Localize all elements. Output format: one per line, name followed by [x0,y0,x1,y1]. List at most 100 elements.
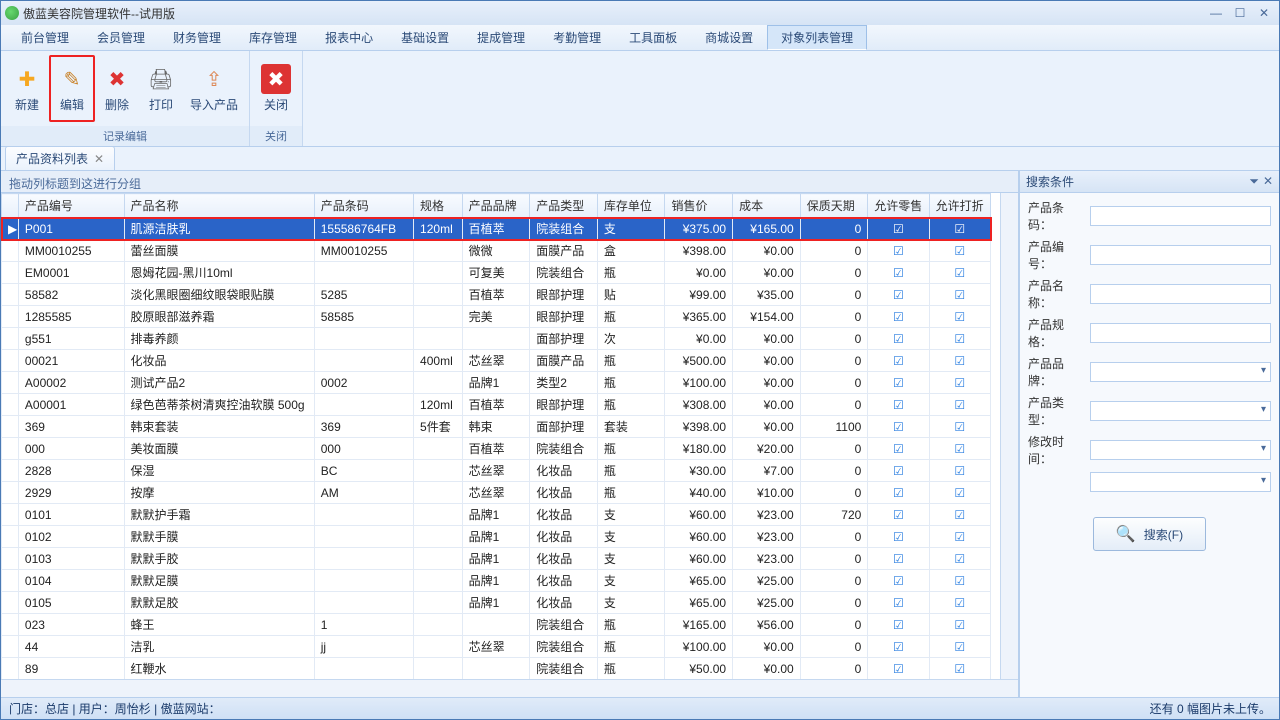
table-row[interactable]: A00001绿色芭蒂茶树清爽控油软膜 500g120ml百植萃眼部护理瓶¥308… [2,394,991,416]
minimize-button[interactable]: — [1205,5,1227,21]
checkbox-icon[interactable]: ☑ [893,420,904,434]
table-row[interactable]: 0101默默护手霜品牌1化妆品支¥60.00¥23.00720☑☑ [2,504,991,526]
text-input[interactable] [1090,245,1271,265]
checkbox-icon[interactable]: ☑ [954,244,965,258]
table-row[interactable]: EM0001恩姆花园-黑川10ml可复美院装组合瓶¥0.00¥0.000☑☑ [2,262,991,284]
column-header[interactable]: 允许打折 [929,194,990,218]
grid-scroll[interactable]: 产品编号产品名称产品条码规格产品品牌产品类型库存单位销售价成本保质天期允许零售允… [1,193,1000,679]
table-row[interactable]: 0104默默足膜品牌1化妆品支¥65.00¥25.000☑☑ [2,570,991,592]
checkbox-icon[interactable]: ☑ [954,574,965,588]
checkbox-icon[interactable]: ☑ [893,662,904,676]
checkbox-icon[interactable]: ☑ [893,574,904,588]
checkbox-icon[interactable]: ☑ [893,376,904,390]
ribbon-新建-button[interactable]: ✚新建 [5,55,49,122]
checkbox-icon[interactable]: ☑ [893,332,904,346]
checkbox-icon[interactable]: ☑ [893,310,904,324]
checkbox-icon[interactable]: ☑ [893,266,904,280]
menu-item[interactable]: 对象列表管理 [767,25,867,50]
column-header[interactable]: 产品条码 [314,194,413,218]
checkbox-icon[interactable]: ☑ [893,398,904,412]
table-row[interactable]: 1285585胶原眼部滋养霜58585完美眼部护理瓶¥365.00¥154.00… [2,306,991,328]
checkbox-icon[interactable]: ☑ [893,442,904,456]
menu-item[interactable]: 财务管理 [159,25,235,50]
menu-item[interactable]: 报表中心 [311,25,387,50]
checkbox-icon[interactable]: ☑ [954,222,965,236]
table-row[interactable]: 58582淡化黑眼圈细纹眼袋眼贴膜5285百植萃眼部护理贴¥99.00¥35.0… [2,284,991,306]
sidebar-close-icon[interactable]: ✕ [1263,174,1273,189]
ribbon-打印-button[interactable]: 🖨打印 [139,55,183,122]
ribbon-删除-button[interactable]: ✖删除 [95,55,139,122]
checkbox-icon[interactable]: ☑ [893,618,904,632]
checkbox-icon[interactable]: ☑ [893,354,904,368]
table-row[interactable]: 0105默默足胶品牌1化妆品支¥65.00¥25.000☑☑ [2,592,991,614]
table-row[interactable]: 89红鞭水院装组合瓶¥50.00¥0.000☑☑ [2,658,991,680]
checkbox-icon[interactable]: ☑ [893,464,904,478]
horizontal-scrollbar[interactable] [1,679,1018,697]
table-row[interactable]: 369韩束套装3695件套韩束面部护理套装¥398.00¥0.001100☑☑ [2,416,991,438]
checkbox-icon[interactable]: ☑ [954,464,965,478]
checkbox-icon[interactable]: ☑ [954,486,965,500]
maximize-button[interactable]: ☐ [1229,5,1251,21]
column-header[interactable]: 允许零售 [868,194,929,218]
column-header[interactable]: 销售价 [665,194,733,218]
checkbox-icon[interactable]: ☑ [893,244,904,258]
checkbox-icon[interactable]: ☑ [954,266,965,280]
table-row[interactable]: ▶P001肌源洁肤乳155586764FB120ml百植萃院装组合支¥375.0… [2,218,991,240]
table-row[interactable]: A00002测试产品20002品牌1类型2瓶¥100.00¥0.000☑☑ [2,372,991,394]
checkbox-icon[interactable]: ☑ [893,640,904,654]
menu-item[interactable]: 工具面板 [615,25,691,50]
checkbox-icon[interactable]: ☑ [954,332,965,346]
checkbox-icon[interactable]: ☑ [893,530,904,544]
checkbox-icon[interactable]: ☑ [954,508,965,522]
combo-input[interactable] [1090,401,1271,421]
checkbox-icon[interactable]: ☑ [893,552,904,566]
ribbon-编辑-button[interactable]: ✎编辑 [49,55,95,122]
table-row[interactable]: 2929按摩AM芯丝翠化妆品瓶¥40.00¥10.000☑☑ [2,482,991,504]
column-header[interactable]: 规格 [414,194,463,218]
checkbox-icon[interactable]: ☑ [893,486,904,500]
checkbox-icon[interactable]: ☑ [954,354,965,368]
table-row[interactable]: MM0010255蕾丝面膜MM0010255微微面膜产品盒¥398.00¥0.0… [2,240,991,262]
column-header[interactable]: 产品品牌 [462,194,530,218]
checkbox-icon[interactable]: ☑ [954,398,965,412]
pin-icon[interactable]: ⏷ [1249,174,1259,189]
menu-item[interactable]: 提成管理 [463,25,539,50]
menu-item[interactable]: 前台管理 [7,25,83,50]
checkbox-icon[interactable]: ☑ [893,288,904,302]
menu-item[interactable]: 基础设置 [387,25,463,50]
tab-product-list[interactable]: 产品资料列表 ✕ [5,146,115,170]
table-row[interactable]: 023蜂王1院装组合瓶¥165.00¥56.000☑☑ [2,614,991,636]
checkbox-icon[interactable]: ☑ [954,420,965,434]
checkbox-icon[interactable]: ☑ [954,288,965,302]
column-header[interactable]: 成本 [733,194,801,218]
text-input[interactable] [1090,323,1271,343]
column-header[interactable]: 库存单位 [597,194,665,218]
checkbox-icon[interactable]: ☑ [954,376,965,390]
menu-item[interactable]: 库存管理 [235,25,311,50]
checkbox-icon[interactable]: ☑ [954,596,965,610]
table-row[interactable]: 0102默默手膜品牌1化妆品支¥60.00¥23.000☑☑ [2,526,991,548]
column-header[interactable]: 产品类型 [530,194,598,218]
table-row[interactable]: 2828保湿BC芯丝翠化妆品瓶¥30.00¥7.000☑☑ [2,460,991,482]
table-row[interactable]: 00021化妆品400ml芯丝翠面膜产品瓶¥500.00¥0.000☑☑ [2,350,991,372]
vertical-scrollbar[interactable] [1000,193,1018,679]
column-header[interactable]: 产品名称 [124,194,314,218]
combo-input[interactable] [1090,472,1271,492]
combo-input[interactable] [1090,440,1271,460]
checkbox-icon[interactable]: ☑ [954,530,965,544]
checkbox-icon[interactable]: ☑ [954,442,965,456]
combo-input[interactable] [1090,362,1271,382]
menu-item[interactable]: 商城设置 [691,25,767,50]
table-row[interactable]: 000美妆面膜000百植萃院装组合瓶¥180.00¥20.000☑☑ [2,438,991,460]
checkbox-icon[interactable]: ☑ [954,310,965,324]
checkbox-icon[interactable]: ☑ [954,618,965,632]
tab-close-icon[interactable]: ✕ [94,152,104,166]
column-header[interactable] [2,194,19,218]
checkbox-icon[interactable]: ☑ [893,222,904,236]
checkbox-icon[interactable]: ☑ [893,508,904,522]
checkbox-icon[interactable]: ☑ [893,596,904,610]
checkbox-icon[interactable]: ☑ [954,552,965,566]
menu-item[interactable]: 会员管理 [83,25,159,50]
column-header[interactable]: 产品编号 [18,194,124,218]
table-row[interactable]: 0103默默手胶品牌1化妆品支¥60.00¥23.000☑☑ [2,548,991,570]
